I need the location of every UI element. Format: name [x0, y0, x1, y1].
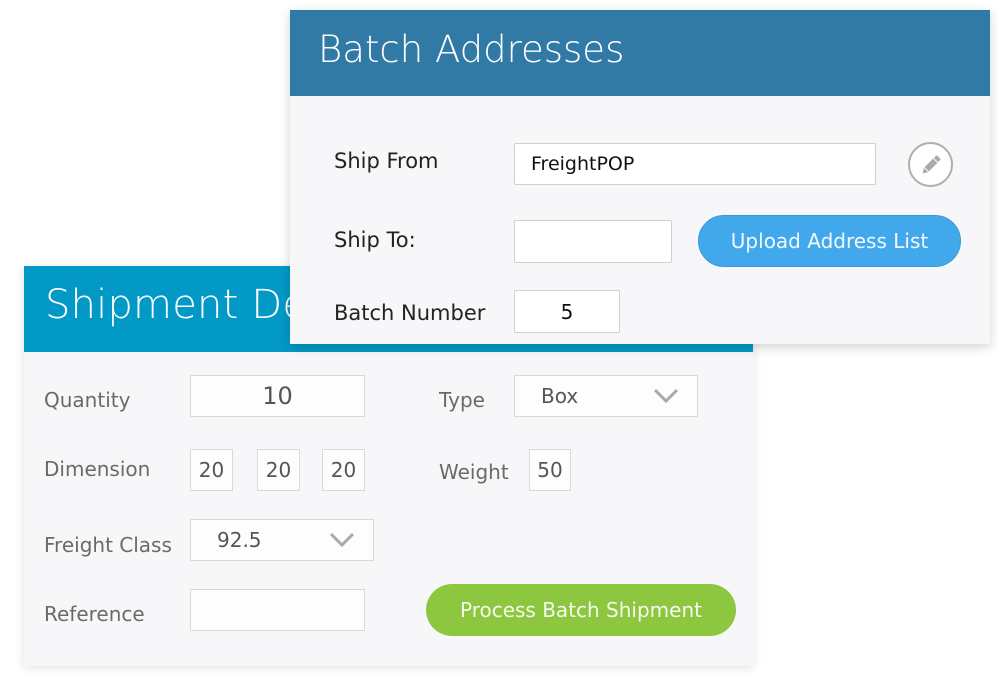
edit-ship-from-button[interactable]: [908, 142, 953, 187]
type-label: Type: [439, 388, 485, 412]
dimension-height-input[interactable]: 20: [322, 449, 365, 491]
batch-number-input[interactable]: 5: [514, 290, 620, 333]
dimension-label: Dimension: [44, 457, 151, 481]
ship-from-input[interactable]: FreightPOP: [514, 143, 876, 185]
reference-label: Reference: [44, 602, 145, 626]
pencil-icon: [922, 155, 940, 173]
weight-label: Weight: [439, 460, 509, 484]
freight-class-select[interactable]: 92.5: [190, 519, 374, 561]
batch-number-label: Batch Number: [334, 301, 486, 325]
reference-input[interactable]: [190, 589, 365, 631]
quantity-label: Quantity: [44, 388, 131, 412]
freight-class-select-value: 92.5: [217, 528, 262, 552]
chevron-down-icon: [329, 532, 355, 548]
upload-address-list-button[interactable]: Upload Address List: [698, 215, 961, 267]
ship-from-value: FreightPOP: [531, 153, 635, 175]
batch-addresses-card: Batch Addresses Ship From FreightPOP Shi…: [290, 10, 990, 344]
chevron-down-icon: [653, 388, 679, 404]
batch-addresses-header: Batch Addresses: [290, 10, 990, 96]
dimension-width-input[interactable]: 20: [257, 449, 300, 491]
ship-to-input[interactable]: [514, 220, 672, 263]
batch-addresses-title: Batch Addresses: [318, 28, 625, 71]
type-select-value: Box: [541, 384, 579, 408]
ship-to-label: Ship To:: [334, 228, 416, 252]
weight-input[interactable]: 50: [529, 449, 571, 491]
type-select[interactable]: Box: [514, 375, 698, 417]
ship-from-label: Ship From: [334, 149, 439, 173]
freight-class-label: Freight Class: [44, 533, 172, 557]
process-batch-shipment-button[interactable]: Process Batch Shipment: [426, 584, 736, 636]
quantity-input[interactable]: 10: [190, 375, 365, 417]
dimension-length-input[interactable]: 20: [190, 449, 233, 491]
